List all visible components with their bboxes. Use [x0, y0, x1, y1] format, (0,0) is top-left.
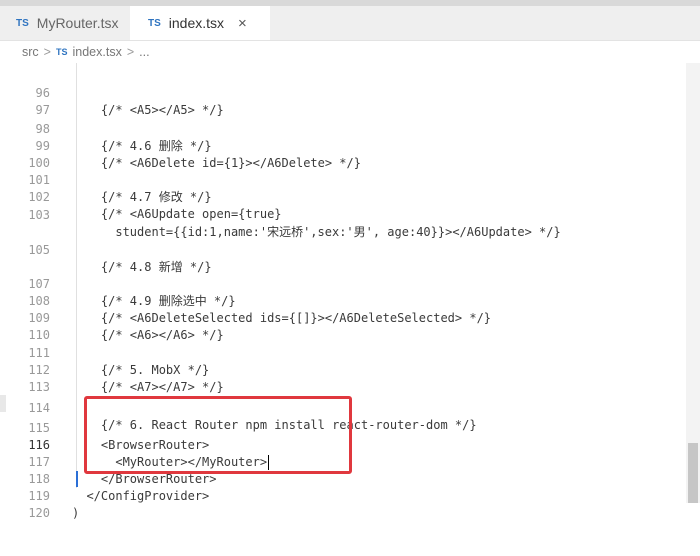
scrollbar-thumb[interactable]: [688, 443, 698, 503]
highlight-annotation-box: [84, 396, 352, 474]
code-line[interactable]: 96 {/* <A5></A5> */}: [0, 68, 700, 117]
chevron-right-icon: >: [126, 45, 135, 59]
code-line[interactable]: 102 {/* <A6Update open={true}: [0, 172, 700, 221]
chevron-right-icon: >: [43, 45, 51, 59]
code-line[interactable]: 110: [0, 310, 700, 342]
close-icon[interactable]: ×: [238, 15, 247, 32]
breadcrumb-item-src[interactable]: src: [22, 45, 39, 59]
vertical-scrollbar[interactable]: [686, 63, 700, 503]
code-line[interactable]: 113: [0, 362, 700, 394]
tab-index[interactable]: TS index.tsx ×: [130, 6, 270, 40]
code-line[interactable]: 105 {/* 4.8 新增 */}: [0, 225, 700, 274]
line-number: 120: [28, 506, 50, 520]
breadcrumb-item-more[interactable]: ...: [139, 45, 149, 59]
code-line[interactable]: 98 {/* 4.6 删除 */}: [0, 104, 700, 153]
code-line[interactable]: 101 {/* 4.7 修改 */}: [0, 155, 700, 204]
code-line[interactable]: 109 {/* <A6></A6> */}: [0, 293, 700, 342]
code-line[interactable]: 103 student={{id:1,name:'宋远桥',sex:'男', a…: [0, 190, 700, 239]
code-line[interactable]: 120: [0, 488, 700, 520]
typescript-file-icon: TS: [16, 17, 29, 29]
editor-tab-bar: TS MyRouter.tsx TS index.tsx ×: [0, 6, 700, 41]
code-text: ): [72, 506, 80, 520]
breadcrumb-item-file[interactable]: index.tsx: [73, 45, 122, 59]
code-line[interactable]: 99 {/* <A6Delete id={1}></A6Delete> */}: [0, 121, 700, 170]
code-text: {/* <A6Update open={true}: [72, 207, 282, 221]
code-line[interactable]: 111 {/* 5. MobX */}: [0, 328, 700, 377]
tab-myrouter[interactable]: TS MyRouter.tsx: [0, 6, 130, 40]
code-line[interactable]: 108 {/* <A6DeleteSelected ids={[]}></A6D…: [0, 276, 700, 325]
code-line[interactable]: 107 {/* 4.9 删除选中 */}: [0, 259, 700, 308]
tab-label: MyRouter.tsx: [36, 15, 119, 31]
typescript-file-icon: TS: [148, 17, 161, 29]
breadcrumb: src > TS index.tsx > ...: [0, 41, 700, 63]
tab-label: index.tsx: [168, 15, 225, 31]
line-number: 103: [28, 208, 50, 222]
code-editor[interactable]: 96 {/* <A5></A5> */} 97 98 {/* 4.6 删除 */…: [0, 63, 700, 520]
typescript-file-icon: TS: [55, 47, 68, 57]
code-line[interactable]: 112 {/* <A7></A7> */}: [0, 345, 700, 394]
code-line[interactable]: 97: [0, 85, 700, 117]
code-line[interactable]: 100: [0, 138, 700, 170]
line-number: 105: [28, 243, 50, 257]
